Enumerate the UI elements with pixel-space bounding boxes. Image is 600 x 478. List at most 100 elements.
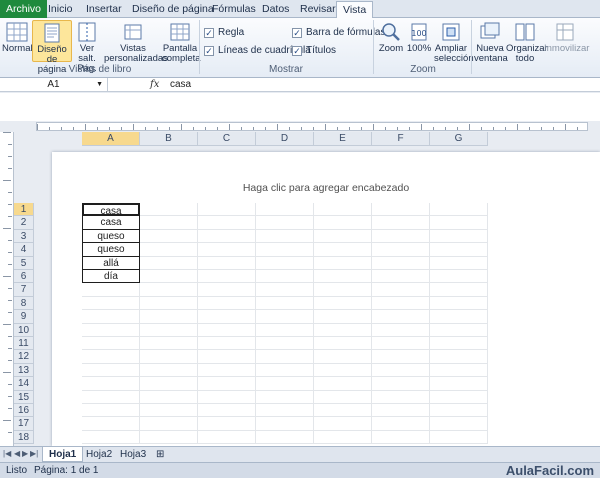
cell-F10[interactable] — [372, 323, 430, 337]
insert-function-icon[interactable]: fx — [150, 78, 159, 92]
cell-E13[interactable] — [314, 363, 372, 378]
cell-G15[interactable] — [430, 390, 488, 404]
formula-bar-checkbox[interactable]: ✓ Barra de fórmulas — [292, 26, 385, 39]
cell-F4[interactable] — [372, 243, 430, 257]
cell-D18[interactable] — [256, 430, 314, 445]
page-break-view-button[interactable]: Ver salt. Pág. — [72, 20, 102, 74]
cell-F2[interactable] — [372, 216, 430, 230]
cell-C17[interactable] — [198, 417, 256, 431]
cell-F16[interactable] — [372, 404, 430, 418]
cell-F14[interactable] — [372, 377, 430, 391]
column-header-f[interactable]: F — [372, 132, 430, 146]
cell-D2[interactable] — [256, 216, 314, 230]
cell-F18[interactable] — [372, 430, 430, 445]
cell-G5[interactable] — [430, 256, 488, 270]
cell-A6[interactable]: día — [82, 270, 140, 284]
cell-D9[interactable] — [256, 310, 314, 324]
cell-E2[interactable] — [314, 216, 372, 230]
row-header-1[interactable]: 1 — [14, 203, 34, 217]
tab-insertar[interactable]: Insertar — [80, 1, 128, 18]
tab-revisar[interactable]: Revisar — [294, 1, 342, 18]
cell-D16[interactable] — [256, 404, 314, 418]
cell-A2[interactable]: casa — [82, 216, 140, 230]
cell-F5[interactable] — [372, 256, 430, 270]
row-header-16[interactable]: 16 — [14, 404, 34, 418]
page-layout-view-button[interactable]: Diseño de página — [32, 20, 72, 75]
cell-G14[interactable] — [430, 377, 488, 391]
cell-C8[interactable] — [198, 296, 256, 311]
cell-G9[interactable] — [430, 310, 488, 324]
cell-B15[interactable] — [140, 390, 198, 404]
cell-B8[interactable] — [140, 296, 198, 311]
row-header-3[interactable]: 3 — [14, 229, 34, 244]
column-header-g[interactable]: G — [430, 132, 488, 146]
cell-F8[interactable] — [372, 296, 430, 311]
first-sheet-icon[interactable]: |◀ — [3, 449, 11, 458]
cell-G12[interactable] — [430, 350, 488, 364]
freeze-panes-button[interactable]: Inmovilizar — [544, 20, 589, 62]
column-header-d[interactable]: D — [256, 132, 314, 146]
normal-view-button[interactable]: Normal — [2, 20, 33, 62]
cell-D12[interactable] — [256, 350, 314, 364]
cell-D5[interactable] — [256, 256, 314, 270]
cell-C3[interactable] — [198, 229, 256, 244]
tab-datos[interactable]: Datos — [256, 1, 295, 18]
cell-C7[interactable] — [198, 283, 256, 297]
cell-D13[interactable] — [256, 363, 314, 378]
cell-A5[interactable]: allá — [82, 256, 140, 270]
row-header-4[interactable]: 4 — [14, 243, 34, 257]
cell-C13[interactable] — [198, 363, 256, 378]
cell-D10[interactable] — [256, 323, 314, 337]
page-header-placeholder[interactable]: Haga clic para agregar encabezado — [52, 182, 600, 194]
last-sheet-icon[interactable]: ▶| — [30, 449, 38, 458]
cell-B9[interactable] — [140, 310, 198, 324]
cell-A7[interactable] — [82, 283, 140, 297]
cell-C9[interactable] — [198, 310, 256, 324]
cell-D6[interactable] — [256, 270, 314, 284]
row-header-5[interactable]: 5 — [14, 256, 34, 270]
cell-G8[interactable] — [430, 296, 488, 311]
cell-E3[interactable] — [314, 229, 372, 244]
cell-E17[interactable] — [314, 417, 372, 431]
row-header-15[interactable]: 15 — [14, 390, 34, 404]
cell-C16[interactable] — [198, 404, 256, 418]
cell-E10[interactable] — [314, 323, 372, 337]
cell-C15[interactable] — [198, 390, 256, 404]
cell-E5[interactable] — [314, 256, 372, 270]
cell-E4[interactable] — [314, 243, 372, 257]
ruler-track[interactable] — [36, 122, 588, 131]
cell-A16[interactable] — [82, 404, 140, 418]
row-header-13[interactable]: 13 — [14, 363, 34, 378]
cell-G17[interactable] — [430, 417, 488, 431]
tab-archivo[interactable]: Archivo — [0, 0, 48, 18]
cell-A10[interactable] — [82, 323, 140, 337]
cell-D11[interactable] — [256, 337, 314, 351]
cell-G16[interactable] — [430, 404, 488, 418]
cell-E12[interactable] — [314, 350, 372, 364]
cell-F9[interactable] — [372, 310, 430, 324]
cell-F3[interactable] — [372, 229, 430, 244]
cell-C4[interactable] — [198, 243, 256, 257]
row-header-10[interactable]: 10 — [14, 323, 34, 337]
cell-B7[interactable] — [140, 283, 198, 297]
cell-E7[interactable] — [314, 283, 372, 297]
cell-B6[interactable] — [140, 270, 198, 284]
new-window-button[interactable]: Nueva ventana — [474, 20, 508, 64]
cell-B17[interactable] — [140, 417, 198, 431]
column-header-c[interactable]: C — [198, 132, 256, 146]
cell-A8[interactable] — [82, 296, 140, 311]
cell-A12[interactable] — [82, 350, 140, 364]
row-header-17[interactable]: 17 — [14, 417, 34, 431]
headings-checkbox[interactable]: ✓ Títulos — [292, 44, 336, 57]
cell-B5[interactable] — [140, 256, 198, 270]
row-header-2[interactable]: 2 — [14, 216, 34, 230]
sheet-tab-hoja2[interactable]: Hoja2 — [80, 447, 118, 462]
cell-A1[interactable]: casa — [82, 203, 140, 217]
cell-B18[interactable] — [140, 430, 198, 445]
row-header-9[interactable]: 9 — [14, 310, 34, 324]
column-header-b[interactable]: B — [140, 132, 198, 146]
cell-C14[interactable] — [198, 377, 256, 391]
zoom-button[interactable]: Zoom — [378, 20, 404, 62]
cell-F7[interactable] — [372, 283, 430, 297]
cell-B16[interactable] — [140, 404, 198, 418]
